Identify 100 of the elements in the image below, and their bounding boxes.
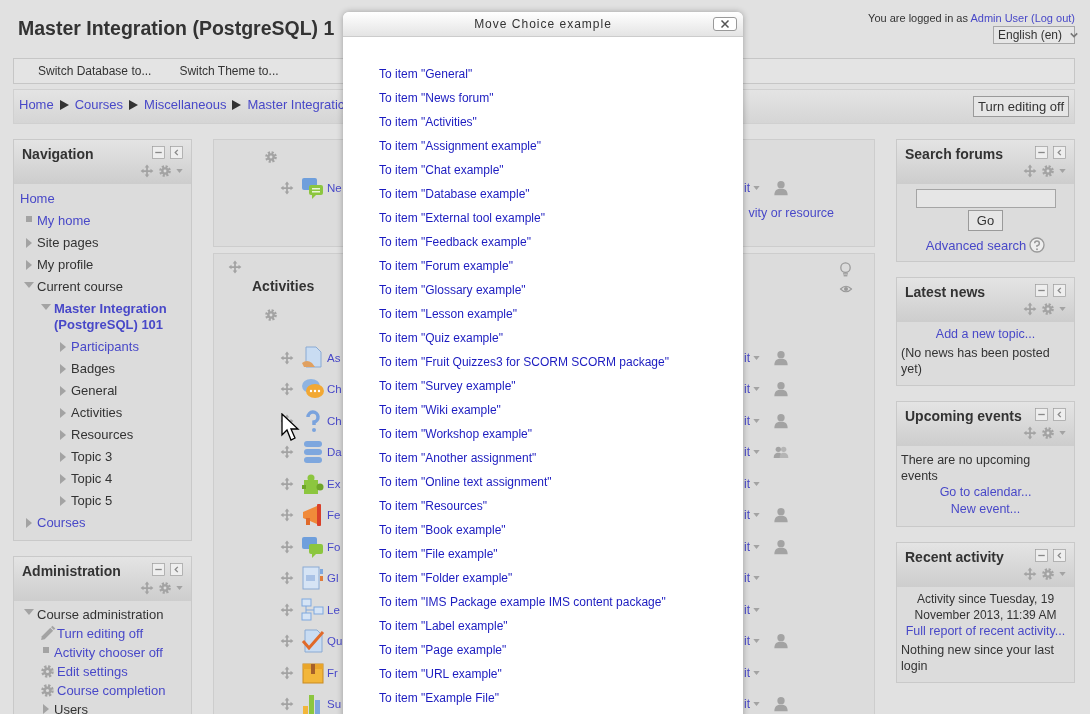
tree-item[interactable]: Topic 5 xyxy=(71,490,113,512)
edit-menu[interactable]: it xyxy=(744,476,750,491)
add-activity-link[interactable]: vity or resource xyxy=(748,205,834,220)
move-target-link[interactable]: To item "Example File" xyxy=(379,686,499,710)
edit-menu[interactable]: it xyxy=(744,350,750,365)
tree-item[interactable]: Home xyxy=(20,188,55,210)
block-link[interactable]: Add a new topic... xyxy=(935,326,1036,343)
activity-link[interactable]: Su xyxy=(327,698,342,711)
activity-link[interactable]: Ne xyxy=(327,181,342,194)
breadcrumb-link[interactable]: Master Integratic xyxy=(247,97,345,112)
activity-link[interactable]: Ex xyxy=(327,477,341,490)
user-link[interactable]: Admin User xyxy=(970,12,1028,24)
tree-item[interactable]: Courses xyxy=(37,512,86,534)
move-target-link[interactable]: To item "Online text assignment" xyxy=(379,470,552,494)
menu-item[interactable]: Switch Theme to... xyxy=(179,64,279,78)
move-target-link[interactable]: To item "Another assignment" xyxy=(379,446,537,470)
activity-link[interactable]: Da xyxy=(327,446,342,459)
move-target-link[interactable]: To item "Glossary example" xyxy=(379,278,526,302)
edit-menu[interactable]: it xyxy=(744,697,750,712)
activity-link[interactable]: Ch xyxy=(327,414,342,427)
edit-menu[interactable]: it xyxy=(744,665,750,680)
tree-item[interactable]: My home xyxy=(37,210,91,232)
move-target-link[interactable]: To item "Workshop example" xyxy=(379,422,533,446)
edit-menu[interactable]: it xyxy=(744,602,750,617)
breadcrumb-link[interactable]: Home xyxy=(19,97,54,112)
edit-menu[interactable]: it xyxy=(744,382,750,397)
advanced-search-link[interactable]: Advanced search xyxy=(925,237,1027,253)
move-target-link[interactable]: To item "Lesson example" xyxy=(379,302,517,326)
activity-link[interactable]: Ch xyxy=(327,383,342,396)
tree-item[interactable]: My profile xyxy=(37,254,94,276)
menu-item[interactable]: Switch Database to... xyxy=(38,64,152,78)
chevron-icon xyxy=(1070,32,1079,38)
close-button[interactable] xyxy=(713,17,737,31)
tree-item[interactable]: Resources xyxy=(71,424,134,446)
move-target-link[interactable]: To item "External tool example" xyxy=(379,206,545,230)
collapsed-arrow-icon xyxy=(59,342,66,352)
move-target-link[interactable]: To item "Book example" xyxy=(379,518,506,542)
block-link[interactable]: New event... xyxy=(950,501,1021,518)
move-target-link[interactable]: To item "URL example" xyxy=(379,662,502,686)
block-link[interactable]: Go to calendar... xyxy=(939,484,1032,501)
edit-menu[interactable]: it xyxy=(744,539,750,554)
tree-item[interactable]: Current course xyxy=(37,276,123,298)
move-target-link[interactable]: To item "Activities" xyxy=(379,110,477,134)
move-target-link[interactable]: To item "File example" xyxy=(379,542,498,566)
tree-item[interactable]: Edit settings xyxy=(57,662,128,681)
activity-link[interactable]: Le xyxy=(327,603,340,616)
move-target-link[interactable]: To item "IMS Package example IMS content package" xyxy=(379,590,666,614)
language-select[interactable]: English (en) xyxy=(993,26,1075,44)
breadcrumb-link[interactable]: Courses xyxy=(74,97,124,112)
move-icon xyxy=(1023,425,1037,440)
tree-item[interactable]: Site pages xyxy=(37,232,99,254)
move-icon xyxy=(280,665,294,680)
activity-link[interactable]: Fo xyxy=(327,540,341,553)
move-target-link[interactable]: To item "Quiz example" xyxy=(379,326,503,350)
move-target-link[interactable]: To item "Assignment example" xyxy=(379,134,541,158)
activity-link[interactable]: Gl xyxy=(327,572,339,585)
tree-item[interactable]: Users xyxy=(54,700,88,714)
move-target-link[interactable]: To item "Page example" xyxy=(379,638,507,662)
tree-item[interactable]: Activity chooser off xyxy=(54,643,163,662)
move-target-link[interactable]: To item "Database example" xyxy=(379,182,530,206)
tree-item[interactable]: Master Integration (PostgreSQL) 101 xyxy=(54,298,185,336)
move-target-link[interactable]: To item "General" xyxy=(379,62,473,86)
move-target-link[interactable]: To item "Feedback example" xyxy=(379,230,531,254)
move-target-link[interactable]: To item "News forum" xyxy=(379,86,494,110)
edit-menu[interactable]: it xyxy=(744,180,750,195)
close-icon xyxy=(720,19,730,29)
move-target-link[interactable]: To item "Chat example" xyxy=(379,158,504,182)
edit-menu[interactable]: it xyxy=(744,571,750,586)
move-target-link[interactable]: To item "Folder example" xyxy=(379,566,513,590)
block-text: (No news has been posted yet) xyxy=(901,345,1051,377)
move-target-link[interactable]: To item "Label example" xyxy=(379,614,508,638)
edit-menu[interactable]: it xyxy=(744,445,750,460)
tree-item[interactable]: General xyxy=(71,380,118,402)
go-button[interactable]: Go xyxy=(967,210,1004,231)
move-target-link[interactable]: To item "Wiki example" xyxy=(379,398,501,422)
tree-item[interactable]: Badges xyxy=(71,358,116,380)
move-target-link[interactable]: To item "Fruit Quizzes3 for SCORM SCORM package" xyxy=(379,350,669,374)
tree-item[interactable]: Topic 4 xyxy=(71,468,113,490)
edit-menu[interactable]: it xyxy=(744,508,750,523)
logout-link[interactable]: (Log out) xyxy=(1030,12,1075,24)
breadcrumb-link[interactable]: Miscellaneous xyxy=(144,97,227,112)
move-target-link[interactable]: To item "Forum example" xyxy=(379,254,513,278)
activity-link[interactable]: Fe xyxy=(327,509,341,522)
caret-icon xyxy=(753,387,760,392)
tree-item[interactable]: Course completion xyxy=(57,681,166,700)
block-link[interactable]: Full report of recent activity... xyxy=(905,623,1066,640)
edit-menu[interactable]: it xyxy=(744,413,750,428)
edit-menu[interactable]: it xyxy=(744,634,750,649)
search-field[interactable] xyxy=(915,189,1056,208)
tree-item[interactable]: Topic 3 xyxy=(71,446,113,468)
activity-link[interactable]: Qu xyxy=(327,635,343,648)
turn-editing-off-button[interactable]: Turn editing off xyxy=(973,96,1069,117)
tree-item[interactable]: Participants xyxy=(71,336,139,358)
activity-link[interactable]: Fr xyxy=(327,666,338,679)
move-target-link[interactable]: To item "Survey example" xyxy=(379,374,516,398)
tree-item[interactable]: Activities xyxy=(71,402,123,424)
tree-item[interactable]: Course administration xyxy=(37,605,164,624)
move-target-link[interactable]: To item "Resources" xyxy=(379,494,487,518)
activity-link[interactable]: As xyxy=(327,351,341,364)
tree-item[interactable]: Turn editing off xyxy=(57,624,143,643)
